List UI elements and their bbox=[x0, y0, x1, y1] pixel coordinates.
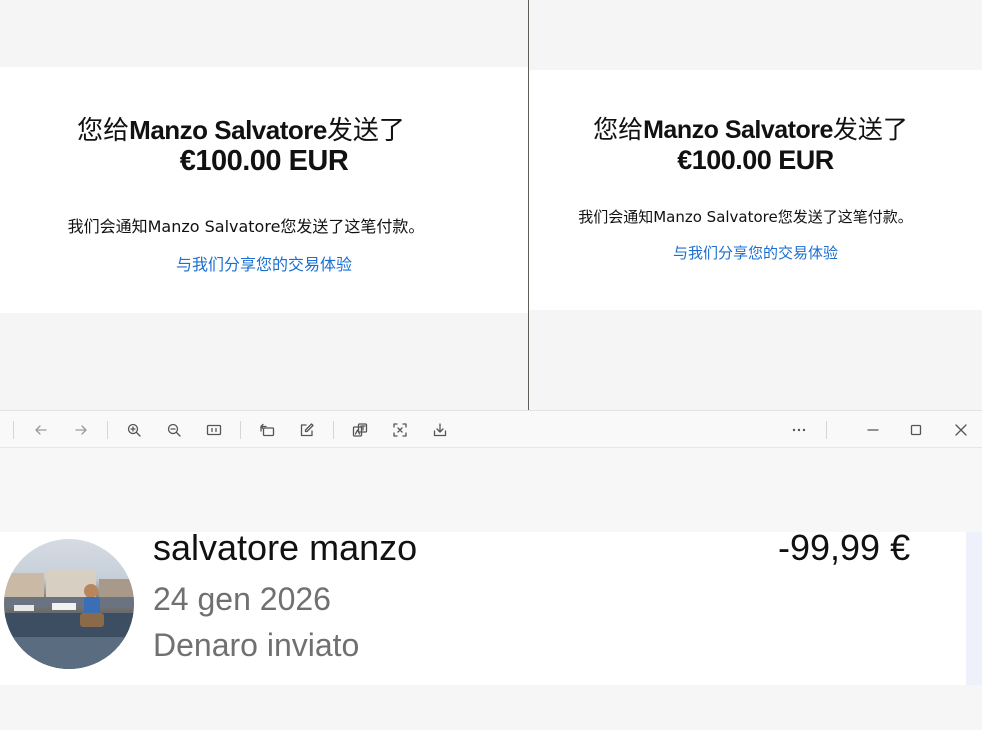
headline-prefix: 您给 bbox=[77, 116, 130, 146]
rotate-icon[interactable] bbox=[254, 418, 280, 442]
maximize-icon[interactable] bbox=[903, 418, 929, 442]
headline-suffix: 发送了 bbox=[832, 115, 908, 144]
recipient-name: Manzo Salvatore bbox=[129, 115, 327, 145]
more-icon[interactable] bbox=[786, 418, 812, 442]
close-icon[interactable] bbox=[948, 418, 974, 442]
right-screenshot-pane: 您给Manzo Salvatore发送了 €100.00 EUR 我们会通知Ma… bbox=[529, 0, 982, 410]
scan-text-icon[interactable] bbox=[387, 418, 413, 442]
share-experience-link[interactable]: 与我们分享您的交易体验 bbox=[0, 251, 528, 275]
notification-text: 我们会通知Manzo Salvatore您发送了这笔付款。 bbox=[67, 217, 425, 236]
toolbar-divider bbox=[333, 421, 334, 439]
translate-icon[interactable] bbox=[347, 418, 373, 442]
transaction-recipient-name: salvatore manzo bbox=[153, 527, 418, 568]
bottom-band bbox=[0, 685, 982, 730]
toolbar-divider bbox=[107, 421, 108, 439]
transaction-amount: -99,99 € bbox=[778, 527, 911, 568]
confirmation-headline: 您给Manzo Salvatore发送了 bbox=[0, 110, 528, 147]
sent-amount: €100.00 EUR bbox=[179, 145, 349, 177]
transaction-status: Denaro inviato bbox=[153, 627, 360, 663]
recipient-name: Manzo Salvatore bbox=[643, 116, 833, 144]
actual-size-icon[interactable] bbox=[201, 418, 227, 442]
headline-prefix: 您给 bbox=[593, 115, 644, 144]
avatar bbox=[4, 539, 134, 669]
share-experience-link[interactable]: 与我们分享您的交易体验 bbox=[529, 242, 982, 263]
scroll-edge bbox=[966, 532, 982, 685]
toolbar-divider bbox=[826, 421, 827, 439]
headline-suffix: 发送了 bbox=[326, 116, 405, 146]
minimize-icon[interactable] bbox=[860, 418, 886, 442]
zoom-in-icon[interactable] bbox=[121, 418, 147, 442]
forward-arrow-icon[interactable] bbox=[68, 418, 94, 442]
toolbar-divider bbox=[13, 421, 14, 439]
zoom-out-icon[interactable] bbox=[161, 418, 187, 442]
payment-confirmation-card: 您给Manzo Salvatore发送了 €100.00 EUR 我们会通知Ma… bbox=[529, 70, 982, 310]
confirmation-headline: 您给Manzo Salvatore发送了 bbox=[529, 110, 982, 146]
blank-band bbox=[0, 448, 982, 532]
back-arrow-icon[interactable] bbox=[28, 418, 54, 442]
transaction-date: 24 gen 2026 bbox=[153, 581, 331, 617]
image-viewer-toolbar bbox=[0, 410, 982, 448]
payment-confirmation-card: 您给Manzo Salvatore发送了 €100.00 EUR 我们会通知Ma… bbox=[0, 67, 528, 313]
save-icon[interactable] bbox=[427, 418, 453, 442]
left-screenshot-pane: 您给Manzo Salvatore发送了 €100.00 EUR 我们会通知Ma… bbox=[0, 0, 529, 410]
edit-icon[interactable] bbox=[294, 418, 320, 442]
sent-amount: €100.00 EUR bbox=[677, 145, 834, 175]
toolbar-divider bbox=[240, 421, 241, 439]
notification-text: 我们会通知Manzo Salvatore您发送了这笔付款。 bbox=[578, 208, 913, 226]
